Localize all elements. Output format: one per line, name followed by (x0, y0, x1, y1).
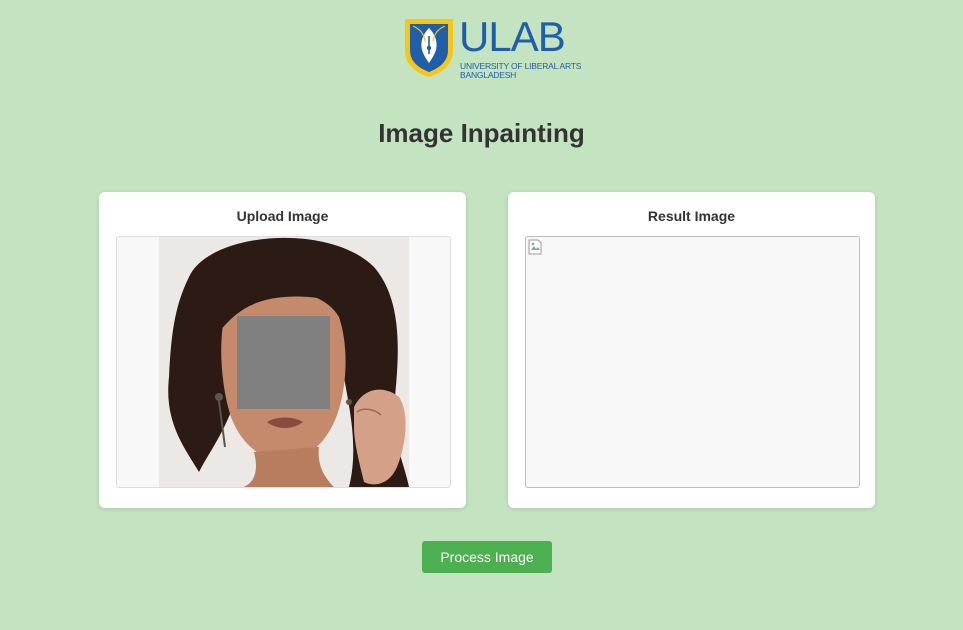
pen-nib-shield-logo-icon (405, 19, 453, 77)
result-card-title: Result Image (647, 208, 736, 224)
page-title: Image Inpainting (378, 118, 585, 148)
ulab-logo: ULAB UNIVERSITY OF LIBERAL ARTS BANGLADE… (402, 13, 581, 82)
inpainting-mask (237, 316, 330, 409)
logo-wordmark: ULAB (459, 13, 566, 60)
upload-card: Upload Image (99, 192, 466, 508)
logo-subline-country: BANGLADESH (460, 70, 517, 80)
uploaded-photo (159, 237, 409, 487)
upload-card-title: Upload Image (236, 208, 329, 224)
upload-image-frame[interactable] (116, 236, 451, 488)
process-image-button[interactable]: Process Image (422, 541, 552, 573)
result-image-frame (525, 236, 860, 488)
result-card: Result Image (508, 192, 875, 508)
broken-image-icon (528, 239, 542, 255)
